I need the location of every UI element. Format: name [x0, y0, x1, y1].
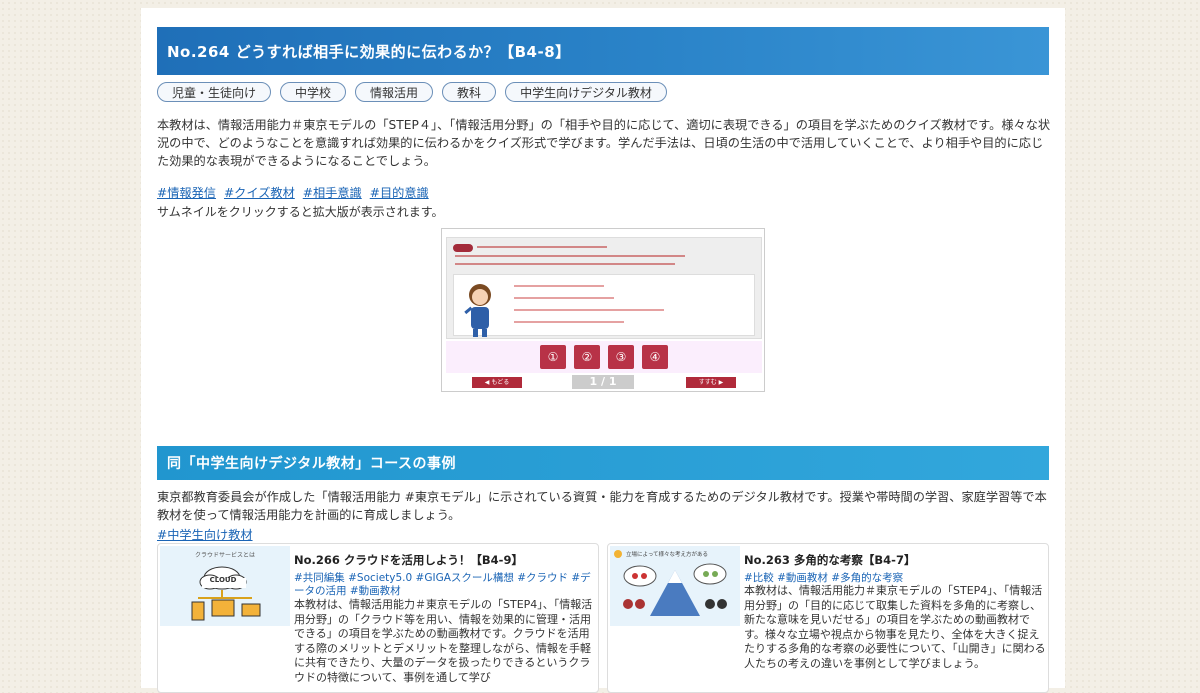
- cloud-label: CLOUD: [209, 576, 237, 584]
- question-text-line: [477, 246, 607, 248]
- answer-button-4[interactable]: ④: [642, 345, 668, 369]
- answer-button-3[interactable]: ③: [608, 345, 634, 369]
- card-text: 本教材は、情報活用能力＃東京モデルの「STEP4」、「情報活用分野」の「クラウド…: [294, 598, 593, 684]
- tag-pill[interactable]: 情報活用: [355, 82, 434, 102]
- thumbnail-note: サムネイルをクリックすると拡大版が表示されます。: [157, 205, 444, 219]
- option-text-line: [514, 285, 604, 287]
- course-section-title: 同「中学生向けデジタル教材」コースの事例: [157, 446, 1049, 480]
- next-button[interactable]: すすむ ▶: [686, 377, 736, 388]
- question-badge: [453, 244, 473, 252]
- option-text-line: [514, 297, 614, 299]
- article-description: 本教材は、情報活用能力＃東京モデルの「STEP４」、「情報活用分野」の「相手や目…: [157, 118, 1051, 168]
- content-panel: No.264 どうすれば相手に効果的に伝わるか？【B4-8】 児童・生徒向け 中…: [141, 8, 1065, 693]
- hashtag-link[interactable]: #情報発信: [157, 183, 216, 201]
- cloud-devices-illustration: [191, 566, 261, 621]
- question-text-line: [455, 263, 675, 265]
- card-thumbnail: クラウドサービスとは CLOUD: [160, 546, 290, 626]
- hashtag-list: #情報発信 #クイズ教材 #相手意識 #目的意識: [157, 183, 429, 201]
- quiz-thumbnail[interactable]: ① ② ③ ④ ◀ もどる 1 / 1 すすむ ▶: [441, 228, 765, 392]
- quiz-question-panel: [446, 237, 762, 339]
- student-illustration: [464, 284, 491, 337]
- hashtag-link[interactable]: #相手意識: [303, 183, 362, 201]
- hashtag-link[interactable]: #目的意識: [370, 183, 429, 201]
- hashtag-link[interactable]: #クイズ教材: [224, 183, 295, 201]
- tag-list: 児童・生徒向け 中学校 情報活用 教科 中学生向けデジタル教材: [157, 82, 667, 102]
- course-description: 東京都教育委員会が作成した「情報活用能力 #東京モデル」に示されている資質・能力…: [157, 490, 1047, 522]
- article-title: No.264 どうすれば相手に効果的に伝わるか？【B4-8】: [157, 27, 1049, 75]
- card-title: No.263 多角的な考察【B4-7】: [744, 553, 916, 567]
- option-text-line: [514, 309, 664, 311]
- course-hashtag-link[interactable]: #中学生向け教材: [157, 525, 253, 543]
- card-text: 本教材は、情報活用能力＃東京モデルの「STEP4」、「情報活用分野」の「目的に応…: [744, 584, 1046, 670]
- question-text-line: [455, 255, 685, 257]
- tag-pill[interactable]: 教科: [442, 82, 497, 102]
- back-button[interactable]: ◀ もどる: [472, 377, 522, 388]
- page-indicator: 1 / 1: [572, 375, 634, 389]
- answer-button-1[interactable]: ①: [540, 345, 566, 369]
- card-tags: #共同編集 #Society5.0 #GIGAスクール構想 #クラウド #データ…: [294, 572, 591, 597]
- tag-pill[interactable]: 児童・生徒向け: [157, 82, 272, 102]
- answer-button-2[interactable]: ②: [574, 345, 600, 369]
- option-text-line: [514, 321, 624, 323]
- card-thumbnail: 立場によって様々な考え方がある: [610, 546, 740, 626]
- tag-pill[interactable]: 中学生向けデジタル教材: [505, 82, 667, 102]
- tag-pill[interactable]: 中学校: [280, 82, 347, 102]
- mountain-illustration: [623, 563, 727, 616]
- question-options-box: [453, 274, 755, 337]
- card-title: No.266 クラウドを活用しよう！【B4-9】: [294, 553, 523, 567]
- answer-buttons: ① ② ③ ④: [446, 341, 762, 373]
